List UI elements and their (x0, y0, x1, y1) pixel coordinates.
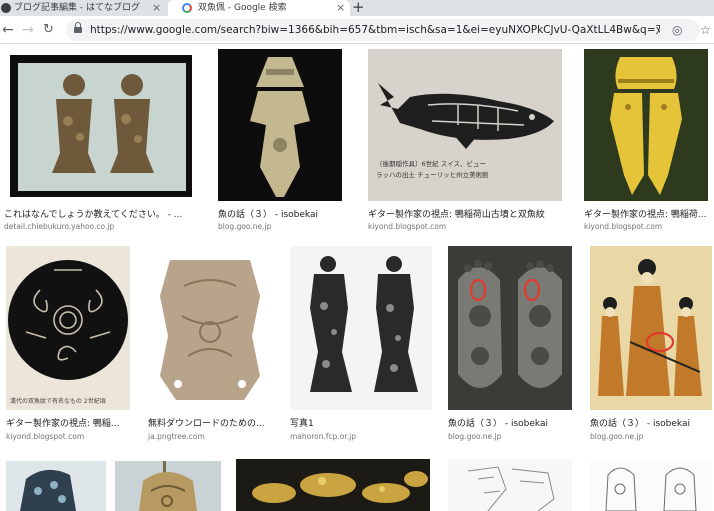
result-thumbnail[interactable] (218, 49, 342, 201)
tab-title: ブログ記事編集 - はてなブログ (14, 3, 140, 13)
back-arrow-icon[interactable]: ← (2, 20, 14, 40)
image-result-card[interactable]: 漢代の双魚紋で有名なもの 2世紀頃 ギター製作家の視点: 鴨稲... kiyon… (6, 246, 138, 446)
result-caption[interactable]: ギター製作家の視点: 鴨稲... (6, 416, 138, 429)
result-source: blog.goo.ne.jp (448, 432, 502, 441)
forward-arrow-icon[interactable]: → (22, 20, 34, 40)
image-result-card[interactable]: 魚の話（３） - isobekai blog.goo.ne.jp (218, 49, 348, 234)
image-inset-caption: 漢代の双魚紋で有名なもの 2世紀頃 (10, 398, 106, 405)
image-result-card[interactable] (115, 461, 221, 511)
result-caption[interactable]: ギター製作家の視点: 鴨稲荷山古墳と双魚紋 (368, 207, 568, 220)
result-thumbnail[interactable] (4, 49, 198, 201)
result-thumbnail[interactable]: 〔後期稲作具〕6世紀 スイス、ビュー ラッハの出土 チューリッヒ州立美術館 (368, 49, 562, 201)
result-caption[interactable]: 魚の話（３） - isobekai (218, 207, 348, 220)
reload-icon[interactable]: ↻ (43, 20, 54, 40)
address-bar[interactable]: https://www.google.com/search?biw=1366&b… (66, 19, 700, 41)
result-caption[interactable]: 無料ダウンロードのための... (148, 416, 276, 429)
image-result-card[interactable] (236, 459, 430, 511)
tab-title: 双魚佩 - Google 検索 (198, 3, 287, 13)
tab-hatena-blog[interactable]: ブログ記事編集 - はてなブログ × (0, 0, 168, 16)
result-caption[interactable]: これはなんでしょうか教えてください。 - ... (4, 207, 198, 220)
image-results-grid: これはなんでしょうか教えてください。 - ... detail.chiebuku… (0, 45, 714, 511)
result-source: blog.goo.ne.jp (218, 222, 272, 231)
result-thumbnail[interactable] (448, 459, 572, 511)
result-thumbnail[interactable] (290, 246, 432, 410)
hatena-favicon-icon (1, 3, 11, 13)
result-thumbnail[interactable] (590, 459, 712, 511)
result-source: kiyond.blogspot.com (584, 222, 663, 231)
result-source: kiyond.blogspot.com (6, 432, 85, 441)
image-result-card[interactable] (590, 459, 712, 511)
lock-icon (74, 22, 82, 34)
image-result-card[interactable]: 無料ダウンロードのための... ja.pngtree.com (148, 246, 276, 446)
result-thumbnail[interactable] (584, 49, 708, 201)
tab-strip: ブログ記事編集 - はてなブログ × 双魚佩 - Google 検索 × + (0, 0, 714, 16)
result-thumbnail[interactable]: 漢代の双魚紋で有名なもの 2世紀頃 (6, 246, 130, 410)
image-result-card[interactable]: これはなんでしょうか教えてください。 - ... detail.chiebuku… (4, 49, 202, 234)
image-result-card[interactable]: 〔後期稲作具〕6世紀 スイス、ビュー ラッハの出土 チューリッヒ州立美術館 ギタ… (368, 49, 568, 234)
result-thumbnail[interactable] (236, 459, 430, 511)
image-result-card[interactable]: 写真1 mahoron.fcp.or.jp (290, 246, 440, 446)
result-source: blog.goo.ne.jp (590, 432, 644, 441)
bookmark-star-icon[interactable]: ☆ (700, 19, 711, 41)
result-thumbnail[interactable] (590, 246, 712, 410)
result-caption[interactable]: 写真1 (290, 416, 440, 429)
image-result-card[interactable]: 魚の話（３） - isobekai blog.goo.ne.jp (590, 246, 712, 446)
image-result-card[interactable]: ギター製作家の視点: 鴨稲荷... kiyond.blogspot.com (584, 49, 712, 234)
tab-close-icon[interactable]: × (336, 0, 345, 16)
site-settings-icon[interactable]: ◎ (672, 19, 682, 41)
result-thumbnail[interactable] (148, 246, 272, 410)
result-source: ja.pngtree.com (148, 432, 205, 441)
google-favicon-icon (182, 3, 192, 13)
result-caption[interactable]: 魚の話（３） - isobekai (448, 416, 578, 429)
new-tab-button[interactable]: + (352, 0, 365, 16)
tab-google-search[interactable]: 双魚佩 - Google 検索 × (168, 0, 350, 16)
result-thumbnail[interactable] (115, 461, 221, 511)
browser-toolbar: ← → ↻ https://www.google.com/search?biw=… (0, 16, 714, 44)
result-source: kiyond.blogspot.com (368, 222, 447, 231)
image-inset-caption: 〔後期稲作具〕6世紀 スイス、ビュー ラッハの出土 チューリッヒ州立美術館 (376, 160, 489, 179)
image-result-card[interactable] (448, 459, 572, 511)
url-text[interactable]: https://www.google.com/search?biw=1366&b… (90, 19, 660, 41)
result-thumbnail[interactable] (448, 246, 572, 410)
result-thumbnail[interactable] (6, 461, 106, 511)
result-source: detail.chiebukuro.yahoo.co.jp (4, 222, 115, 231)
result-caption[interactable]: 魚の話（３） - isobekai (590, 416, 712, 429)
result-caption[interactable]: ギター製作家の視点: 鴨稲荷... (584, 207, 712, 220)
image-result-card[interactable]: 魚の話（３） - isobekai blog.goo.ne.jp (448, 246, 578, 446)
image-result-card[interactable] (6, 461, 106, 511)
tab-close-icon[interactable]: × (152, 0, 161, 16)
result-source: mahoron.fcp.or.jp (290, 432, 357, 441)
